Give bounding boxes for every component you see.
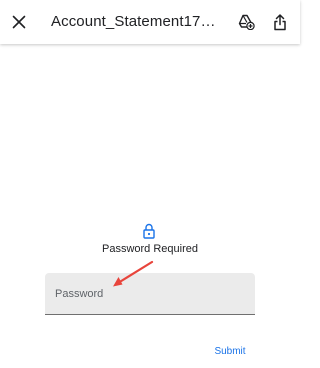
submit-button[interactable]: Submit (208, 343, 252, 359)
top-app-bar: Account_Statement173250... (0, 0, 300, 44)
document-title: Account_Statement173250... (51, 13, 221, 30)
password-dialog-screen: Account_Statement173250... Password Requ… (0, 0, 300, 368)
lock-icon (143, 223, 155, 239)
share-icon (274, 13, 286, 30)
close-button[interactable] (7, 10, 31, 34)
close-icon (12, 15, 26, 29)
share-button[interactable] (268, 10, 292, 34)
add-to-drive-button[interactable] (234, 10, 258, 34)
password-input[interactable] (45, 273, 255, 314)
password-field[interactable] (45, 273, 255, 315)
add-to-drive-icon (238, 14, 255, 30)
password-required-label: Password Required (102, 243, 198, 255)
